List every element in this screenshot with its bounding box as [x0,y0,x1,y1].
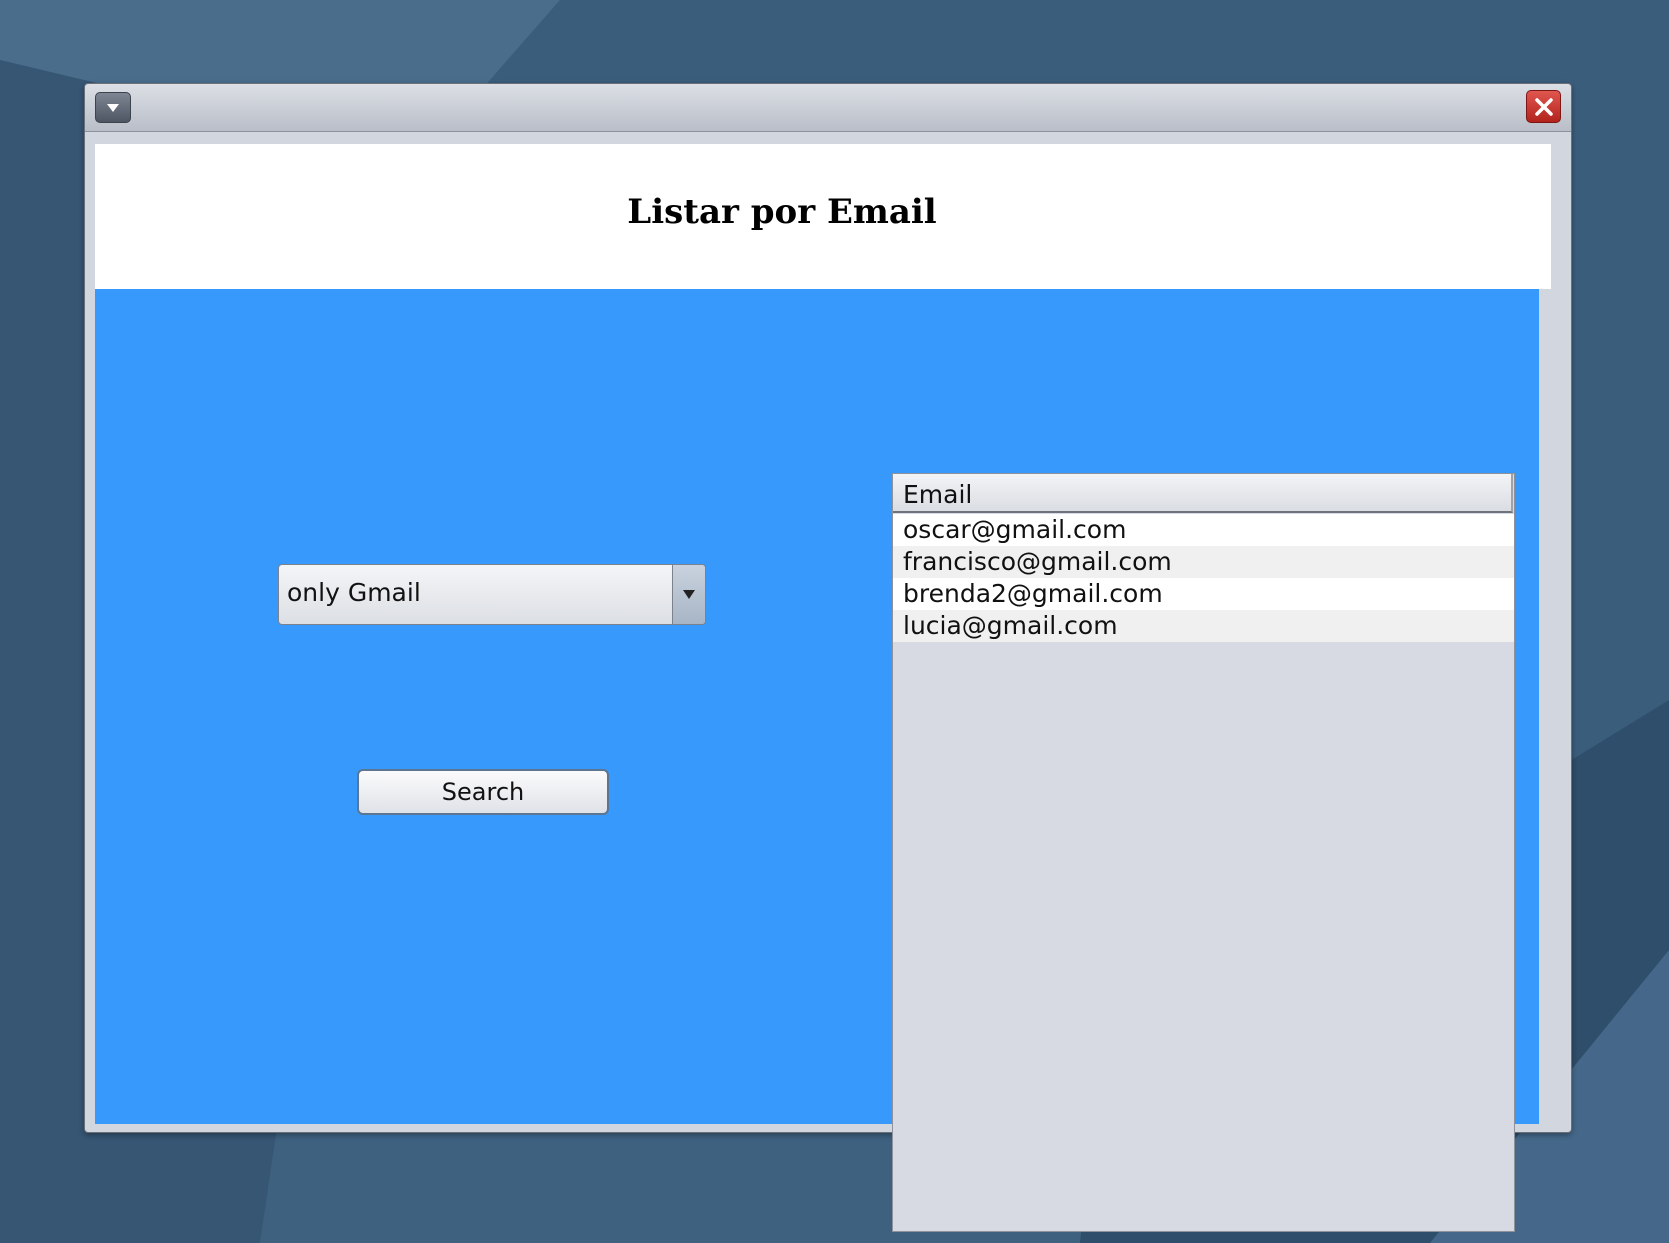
title-bar[interactable] [85,84,1571,132]
email-filter-dropdown[interactable]: only Gmail [278,564,706,625]
email-table: Email oscar@gmail.com francisco@gmail.co… [892,473,1515,1232]
dropdown-arrow-icon [683,590,695,599]
close-button[interactable] [1526,90,1561,123]
header-panel: Listar por Email [95,144,1551,289]
chevron-down-icon [107,104,119,112]
dropdown-selected-value: only Gmail [287,578,421,607]
window-menu-button[interactable] [95,92,131,123]
column-header-label: Email [903,480,973,509]
table-row[interactable]: francisco@gmail.com [893,546,1514,578]
table-row[interactable]: oscar@gmail.com [893,514,1514,546]
table-body: oscar@gmail.com francisco@gmail.com bren… [893,514,1514,642]
main-panel: only Gmail Search Email oscar@gmail.com … [95,289,1551,1232]
window-content: Listar por Email only Gmail Search Email… [95,144,1551,1232]
window-right-edge [1539,289,1551,1124]
dropdown-arrow-button[interactable] [672,565,705,624]
table-column-header-email[interactable]: Email [893,474,1513,513]
app-window: Listar por Email only Gmail Search Email… [84,83,1572,1232]
search-button[interactable]: Search [357,769,609,815]
table-row[interactable]: brenda2@gmail.com [893,578,1514,610]
close-icon [1535,98,1553,116]
page-title: Listar por Email [627,192,937,232]
table-row[interactable]: lucia@gmail.com [893,610,1514,642]
